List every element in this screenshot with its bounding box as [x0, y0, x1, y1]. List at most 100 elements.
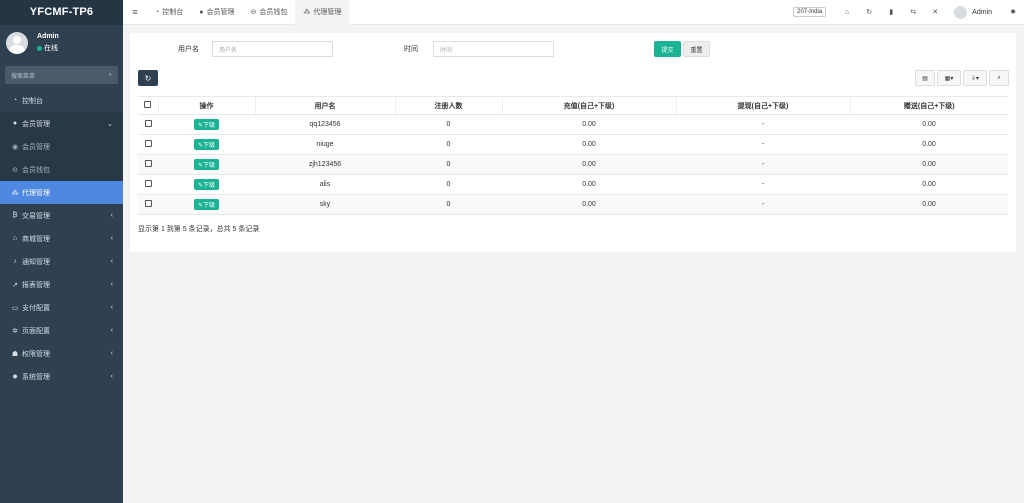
refresh-icon[interactable]: ↻ [858, 8, 880, 16]
chevron-left-icon: ‹ [110, 235, 113, 242]
row-checkbox[interactable] [144, 160, 152, 167]
reset-button[interactable]: 重置 [683, 41, 710, 57]
menu-toggle-icon[interactable]: ≡ [123, 7, 147, 17]
table-row: ✎下级 alis 0 0.00 - 0.00 [138, 174, 1008, 195]
user-name: Admin [37, 33, 59, 40]
tab-dashboard[interactable]: ◔ 控制台 [147, 0, 191, 25]
sidebar-subitem-member-mgmt[interactable]: ◉ 会员管理 [0, 135, 123, 158]
row-checkbox-cell [138, 134, 158, 155]
user-status: 在线 [37, 43, 59, 53]
withdraw-cell: - [676, 174, 850, 195]
subordinate-button[interactable]: ✎下级 [193, 139, 220, 150]
chevron-left-icon: ‹ [110, 350, 113, 357]
admin-menu[interactable]: Admin [972, 9, 992, 16]
col-gift[interactable]: 赠送(自己+下级) [849, 96, 1008, 115]
chevron-down-icon: ⌄ [107, 120, 113, 128]
row-checkbox[interactable] [144, 120, 152, 127]
country-select[interactable]: 207-India [793, 7, 827, 17]
sidebar-item-dashboard[interactable]: ◔ 控制台 [0, 89, 123, 112]
sidebar-subitem-member-wallet[interactable]: ⊖ 会员钱包 [0, 158, 123, 181]
row-checkbox[interactable] [144, 200, 152, 207]
columns-icon: ▦▾ [944, 75, 954, 82]
refresh-button[interactable]: ↻ [138, 70, 158, 86]
username-label: 用户名 [178, 46, 199, 53]
menu-search-input[interactable]: 搜索菜单 ⌕ [5, 66, 118, 84]
gears-icon[interactable]: ✹ [1002, 8, 1024, 16]
toggle-view-button[interactable]: ▤ [915, 70, 935, 86]
avatar[interactable] [6, 32, 28, 54]
action-cell: ✎下级 [158, 174, 255, 195]
subordinate-button[interactable]: ✎下级 [193, 199, 220, 210]
sidebar-item-trade-mgmt[interactable]: ₿ 交易管理 ‹ [0, 204, 123, 227]
refresh-icon: ↻ [144, 73, 152, 83]
col-username[interactable]: 用户名 [254, 96, 395, 115]
time-input[interactable]: 时间 [433, 41, 554, 57]
withdraw-cell: - [676, 194, 850, 215]
tab-member-mgmt[interactable]: ● 会员管理 [191, 0, 242, 25]
main-panel: 用户名 用户名 时间 时间 提交 重置 ↻ ▤ ▦▾ ⇩▾ ⌕ 操作 用户名 注… [130, 33, 1016, 252]
sidebar-item-payment-config[interactable]: ▭ 支付配置 ‹ [0, 296, 123, 319]
users-icon: ☗ [11, 350, 19, 358]
sidebar-item-notice-mgmt[interactable]: ♪ 通知管理 ‹ [0, 250, 123, 273]
sitemap-icon: ⁂ [11, 189, 19, 197]
col-withdraw[interactable]: 提现(自己+下级) [675, 96, 850, 115]
dashboard-icon: ◔ [12, 97, 18, 104]
fullscreen-icon[interactable]: ✕ [924, 8, 946, 16]
bell-icon: ♪ [13, 258, 17, 265]
tab-agent-mgmt[interactable]: ⁂ 代理管理 [295, 0, 350, 25]
table-row: ✎下级 zjh123456 0 0.00 - 0.00 [138, 154, 1008, 175]
subordinate-button[interactable]: ✎下级 [193, 119, 220, 130]
withdraw-cell: - [676, 114, 850, 135]
sidebar-item-member-mgmt[interactable]: ● 会员管理 ⌄ [0, 112, 123, 135]
card-icon: ▭ [11, 304, 19, 312]
subordinate-button[interactable]: ✎下级 [193, 179, 220, 190]
translate-icon[interactable]: ⇆ [902, 8, 924, 16]
sidebar-item-mall-mgmt[interactable]: ⌂ 商城管理 ‹ [0, 227, 123, 250]
recharge-cell: 0.00 [502, 194, 676, 215]
action-cell: ✎下级 [158, 134, 255, 155]
gear-icon: ✲ [12, 327, 18, 335]
register-count-cell: 0 [395, 194, 502, 215]
username-input[interactable]: 用户名 [212, 41, 333, 57]
table-row: ✎下级 qq123456 0 0.00 - 0.00 [138, 114, 1008, 135]
chevron-left-icon: ‹ [110, 373, 113, 380]
export-button[interactable]: ⇩▾ [963, 70, 987, 86]
row-checkbox[interactable] [144, 140, 152, 147]
recharge-cell: 0.00 [502, 174, 676, 195]
list-icon: ▤ [922, 75, 928, 82]
chevron-left-icon: ‹ [110, 304, 113, 311]
table-row: ✎下级 sky 0 0.00 - 0.00 [138, 194, 1008, 215]
sidebar-item-report-mgmt[interactable]: ↗ 报表管理 ‹ [0, 273, 123, 296]
columns-button[interactable]: ▦▾ [937, 70, 961, 86]
register-count-cell: 0 [395, 174, 502, 195]
row-checkbox-cell [138, 154, 158, 175]
avatar[interactable] [954, 5, 968, 19]
row-checkbox-cell [138, 194, 158, 215]
col-register-count[interactable]: 注册人数 [394, 96, 502, 115]
row-checkbox[interactable] [144, 180, 152, 187]
subordinate-button[interactable]: ✎下级 [193, 159, 220, 170]
select-all-header [138, 96, 158, 115]
sidebar-item-system-mgmt[interactable]: ✹ 系统管理 ‹ [0, 365, 123, 388]
submit-button[interactable]: 提交 [654, 41, 681, 57]
home-icon[interactable]: ⌂ [836, 9, 858, 16]
tab-member-wallet[interactable]: ⊖ 会员钱包 [242, 0, 295, 25]
sidebar-item-page-config[interactable]: ✲ 页面配置 ‹ [0, 319, 123, 342]
sidebar-item-agent-mgmt[interactable]: ⁂ 代理管理 [0, 181, 123, 204]
username-cell: sky [255, 194, 395, 215]
gears-icon: ✹ [12, 373, 18, 381]
username-cell: zjh123456 [255, 154, 395, 175]
select-all-checkbox[interactable] [144, 101, 152, 108]
sidebar: YFCMF-TP6 Admin 在线 搜索菜单 ⌕ ◔ 控制台 ● 会员管理 ⌄ ◉ 会… [0, 0, 123, 503]
wallet-icon: ⊖ [12, 166, 18, 174]
sidebar-item-permission-mgmt[interactable]: ☗ 权限管理 ‹ [0, 342, 123, 365]
chevron-left-icon: ‹ [110, 281, 113, 288]
col-recharge[interactable]: 充值(自己+下级) [501, 96, 676, 115]
wallet-icon: ⊖ [250, 9, 257, 16]
withdraw-cell: - [676, 134, 850, 155]
trash-icon[interactable]: ▮ [880, 8, 902, 16]
search-button[interactable]: ⌕ [989, 70, 1009, 86]
agent-table: 操作 用户名 注册人数 充值(自己+下级) 提现(自己+下级) 赠送(自己+下级… [138, 96, 1008, 215]
search-icon[interactable]: ⌕ [109, 72, 112, 79]
brand-logo: YFCMF-TP6 [0, 0, 123, 25]
